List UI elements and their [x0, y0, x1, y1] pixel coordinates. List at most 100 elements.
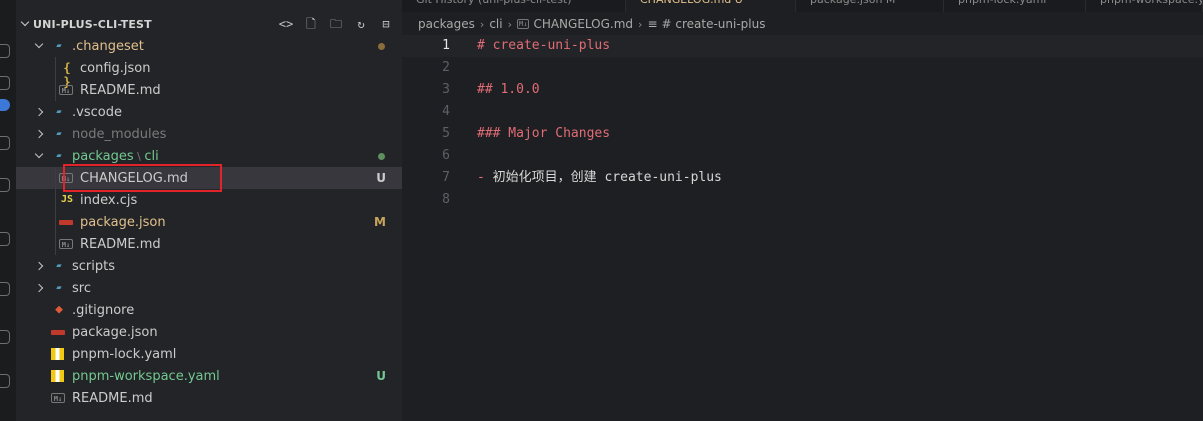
- breadcrumb-item-symbol[interactable]: # create-uni-plus: [662, 17, 766, 31]
- tree-file-row[interactable]: { } config.json: [16, 57, 402, 90]
- activity-bar: [0, 0, 16, 421]
- explorer-section-header[interactable]: UNI-PLUS-CLI-TEST <> 🗋 🗀 ↻ ⊟: [16, 13, 402, 35]
- package-file-icon: [59, 220, 73, 225]
- editor-tab[interactable]: Git History (uni-plus-cli-test): [402, 0, 626, 12]
- collapse-all-icon[interactable]: ⊟: [378, 16, 394, 32]
- code-line: ### Major Changes: [477, 126, 611, 141]
- refresh-icon[interactable]: ↻: [353, 16, 369, 32]
- tree-folder-row[interactable]: ▰ .changeset: [16, 35, 402, 57]
- editor-tab[interactable]: package.json M: [796, 0, 944, 12]
- breadcrumb-item-packages[interactable]: packages: [418, 17, 475, 31]
- editor-tab-label: pnpm-workspace.yaml U: [1100, 0, 1202, 6]
- editor-tab[interactable]: pnpm-workspace.yaml U: [1086, 0, 1203, 12]
- indent-guide: [55, 167, 56, 255]
- remote-explorer-icon[interactable]: [0, 232, 10, 246]
- new-folder-icon[interactable]: 🗀: [328, 16, 344, 32]
- line-number-gutter: 1 2 3 4 5 6 7 8: [402, 35, 450, 211]
- extensions-icon[interactable]: [0, 178, 10, 192]
- editor-tab-label: CHANGELOG.md U: [640, 0, 743, 6]
- tree-item-label: packages \ cli: [72, 148, 159, 164]
- chevron-right-icon: ›: [638, 17, 643, 31]
- tree-file-row[interactable]: ◆ .gitignore: [16, 299, 402, 321]
- json-file-icon: { }: [63, 61, 71, 89]
- file-tree: ▰ .changeset{ } config.json M↓ README.md ▰ .vs…: [16, 35, 402, 409]
- folder-open-icon: ▰: [56, 151, 62, 161]
- line-number: 4: [442, 104, 450, 119]
- line-number: 2: [442, 60, 450, 75]
- tree-item-label: node_modules: [72, 126, 167, 142]
- search-icon[interactable]: [0, 76, 10, 90]
- javascript-file-icon: JS: [60, 194, 74, 205]
- tree-file-row[interactable]: package.json: [16, 321, 402, 343]
- tree-folder-row[interactable]: ▰ scripts: [16, 255, 402, 277]
- git-file-icon: ◆: [55, 302, 63, 317]
- code-icon[interactable]: <>: [278, 16, 294, 32]
- symbol-list-icon: ≡: [647, 17, 658, 31]
- tree-file-row[interactable]: JS index.cjs: [16, 189, 402, 211]
- chevron-right-icon[interactable]: [36, 262, 44, 270]
- git-status-dot: [378, 152, 385, 160]
- folder-icon: ▰: [56, 129, 62, 139]
- markdown-file-icon: M↓: [51, 393, 65, 403]
- tree-item-label: .gitignore: [72, 302, 135, 318]
- annotation-highlight-box: [63, 164, 222, 192]
- code-text-area[interactable]: # create-uni-plus ## 1.0.0 ### Major Cha…: [477, 35, 1177, 211]
- chevron-down-icon[interactable]: [36, 152, 44, 160]
- tree-item-label: package.json: [80, 214, 166, 230]
- tree-item-label: scripts: [72, 258, 115, 274]
- editor-tab-label: Git History (uni-plus-cli-test): [416, 0, 572, 6]
- manage-icon[interactable]: [0, 374, 10, 388]
- tree-item-label: .changeset: [72, 38, 144, 54]
- accounts-icon[interactable]: [0, 330, 10, 344]
- yaml-file-icon: [51, 370, 64, 382]
- tree-item-label: config.json: [80, 60, 151, 76]
- chevron-right-icon[interactable]: [36, 284, 44, 292]
- run-debug-icon[interactable]: [0, 136, 10, 150]
- breadcrumb-item-file[interactable]: CHANGELOG.md: [533, 17, 633, 31]
- folder-icon: ▰: [56, 283, 62, 293]
- tree-folder-row[interactable]: ▰ node_modules: [16, 123, 402, 145]
- tree-file-row[interactable]: pnpm-workspace.yaml U: [16, 365, 402, 387]
- tree-item-label: README.md: [80, 236, 161, 252]
- tree-file-row[interactable]: pnpm-lock.yaml: [16, 343, 402, 365]
- line-number: 7: [442, 170, 450, 185]
- chevron-right-icon[interactable]: [36, 130, 44, 138]
- new-file-icon[interactable]: 🗋: [303, 16, 319, 32]
- tree-item-label: README.md: [72, 390, 153, 406]
- markdown-file-icon: M↓: [59, 85, 73, 95]
- tree-item-label: README.md: [80, 82, 161, 98]
- git-status-badge: U: [376, 171, 386, 185]
- editor-tab-label: pnpm-lock.yaml: [958, 0, 1046, 6]
- git-status-badge: U: [376, 369, 386, 383]
- breadcrumb-item-cli[interactable]: cli: [489, 17, 502, 31]
- editor-tab[interactable]: CHANGELOG.md U: [626, 0, 796, 12]
- timeline-icon[interactable]: [0, 282, 10, 296]
- chevron-right-icon[interactable]: [36, 108, 44, 116]
- explorer-icon[interactable]: [0, 44, 10, 58]
- tree-file-row[interactable]: package.json M: [16, 211, 402, 233]
- chevron-right-icon: ›: [479, 17, 485, 31]
- chevron-down-icon: [21, 19, 31, 29]
- breadcrumb: packages › cli › M↓ CHANGELOG.md › ≡ # c…: [418, 14, 765, 34]
- workspace-title: UNI-PLUS-CLI-TEST: [33, 17, 152, 31]
- source-control-badge[interactable]: [0, 99, 10, 111]
- editor-tab[interactable]: pnpm-lock.yaml: [944, 0, 1086, 12]
- tree-folder-row[interactable]: ▰ src: [16, 277, 402, 299]
- tree-item-label: package.json: [72, 324, 158, 340]
- tree-file-row[interactable]: M↓ README.md: [16, 387, 402, 409]
- git-status-badge: M: [374, 215, 386, 229]
- explorer-actions: <> 🗋 🗀 ↻ ⊟: [278, 16, 394, 32]
- tree-item-label: src: [72, 280, 91, 296]
- package-file-icon: [51, 330, 65, 335]
- tree-folder-row[interactable]: ▰ .vscode: [16, 101, 402, 123]
- line-number: 6: [442, 148, 450, 163]
- tree-file-row[interactable]: M↓ README.md: [16, 79, 402, 101]
- chevron-down-icon[interactable]: [36, 42, 44, 50]
- tree-item-label: pnpm-workspace.yaml: [72, 368, 220, 384]
- folder-icon: ▰: [56, 107, 62, 117]
- tree-file-row[interactable]: M↓ README.md: [16, 233, 402, 255]
- tab-bar: Git History (uni-plus-cli-test) CHANGELOG…: [402, 0, 1203, 12]
